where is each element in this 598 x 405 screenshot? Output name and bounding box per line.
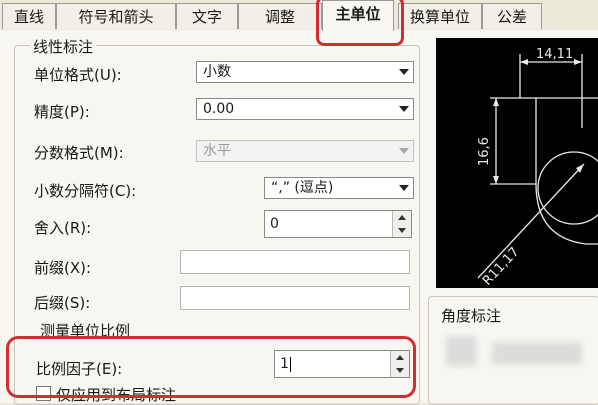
- precision-select[interactable]: 0.00: [196, 98, 414, 120]
- fraction-format-value: 水平: [203, 143, 231, 159]
- round-off-spin-buttons: [392, 211, 411, 237]
- blurred-region: [492, 342, 582, 364]
- tab-text[interactable]: 文字: [176, 3, 238, 29]
- tab-fit[interactable]: 调整: [238, 3, 322, 29]
- precision-value: 0.00: [203, 101, 235, 117]
- round-off-value: 0: [270, 216, 279, 232]
- tab-tolerances[interactable]: 公差: [482, 3, 542, 29]
- tab-strip: 直线 符号和箭头 文字 调整 主单位 换算单位 公差: [0, 0, 598, 31]
- fraction-format-label: 分数格式(M):: [34, 144, 124, 162]
- unit-format-value: 小数: [203, 64, 231, 80]
- tab-alternate-units[interactable]: 换算单位: [398, 3, 482, 29]
- tab-lines[interactable]: 直线: [2, 3, 56, 29]
- unit-format-label: 单位格式(U):: [34, 66, 122, 84]
- dim-left-text: 16,6: [477, 137, 492, 166]
- decimal-separator-value: “,” (逗点): [271, 180, 334, 196]
- chevron-down-icon: [399, 185, 409, 191]
- precision-label: 精度(P):: [34, 103, 90, 121]
- round-off-spinner[interactable]: 0: [264, 210, 412, 238]
- chevron-down-icon: [399, 148, 409, 154]
- prefix-label: 前缀(X):: [34, 259, 92, 277]
- chevron-down-icon: [399, 106, 409, 112]
- tab-highlight-annotation: [316, 0, 404, 46]
- blurred-region: [446, 336, 476, 366]
- suffix-label: 后缀(S):: [34, 294, 91, 312]
- dim-top-text: 14,11: [536, 47, 573, 62]
- round-off-label: 舍入(R):: [34, 219, 92, 237]
- scale-highlight-annotation: [6, 336, 416, 398]
- linear-dimensions-title: 线性标注: [30, 36, 97, 57]
- suffix-input[interactable]: [180, 286, 410, 310]
- chevron-down-icon: [399, 69, 409, 75]
- angular-dimensions-title: 角度标注: [438, 305, 505, 326]
- spin-up-icon[interactable]: [393, 211, 411, 225]
- decimal-separator-select[interactable]: “,” (逗点): [264, 177, 414, 199]
- unit-format-select[interactable]: 小数: [196, 61, 414, 83]
- dimension-preview: 14,11 16,6 R11,17: [436, 38, 598, 288]
- prefix-input[interactable]: [180, 250, 410, 274]
- decimal-separator-label: 小数分隔符(C):: [34, 182, 137, 200]
- preview-drawing: 14,11 16,6 R11,17: [477, 47, 598, 288]
- tab-symbols-arrows[interactable]: 符号和箭头: [56, 3, 176, 29]
- spin-down-icon[interactable]: [393, 224, 411, 237]
- fraction-format-select: 水平: [196, 140, 414, 162]
- dim-radius-text: R11,17: [480, 245, 523, 288]
